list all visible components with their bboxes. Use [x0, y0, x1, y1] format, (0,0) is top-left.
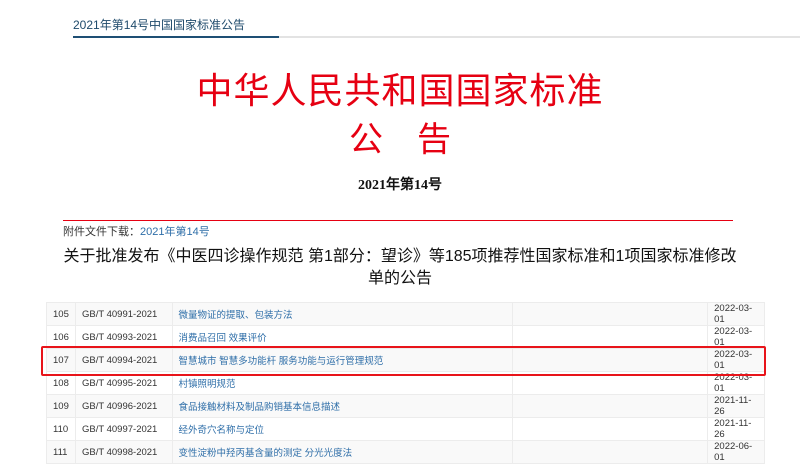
standard-name-link[interactable]: 微量物证的提取、包装方法 — [171, 302, 513, 326]
table-row: 105 GB/T 40991-2021 微量物证的提取、包装方法 2022-03-01 — [46, 302, 765, 326]
standard-code: GB/T 40996-2021 — [74, 394, 173, 418]
breadcrumb[interactable]: 2021年第14号中国国家标准公告 — [73, 16, 245, 33]
attachment-link[interactable]: 2021年第14号 — [140, 226, 210, 238]
standard-code: GB/T 40995-2021 — [74, 371, 173, 395]
table-row: 108 GB/T 40995-2021 村镇照明规范 2022-03-01 — [46, 371, 765, 395]
row-number: 106 — [46, 325, 76, 349]
empty-cell — [511, 325, 709, 349]
attachment-row: 附件文件下载：2021年第14号 — [63, 223, 210, 239]
empty-cell — [511, 302, 709, 326]
breadcrumb-underline — [73, 36, 800, 38]
page-subtitle: 公 告 — [349, 120, 451, 160]
row-number: 109 — [46, 394, 76, 418]
implementation-date: 2021-11-26 — [707, 394, 765, 418]
announcement-number: 2021年第14号 — [358, 178, 442, 193]
standards-table: 105 GB/T 40991-2021 微量物证的提取、包装方法 2022-03-01… — [46, 302, 765, 464]
implementation-date: 2022-06-01 — [707, 440, 765, 464]
standard-code: GB/T 40993-2021 — [74, 325, 173, 349]
standard-code: GB/T 40994-2021 — [74, 348, 173, 372]
row-number: 110 — [46, 417, 76, 441]
announcement-heading: 关于批准发布《中医四诊操作规范 第1部分：望诊》等185项推荐性国家标准和1项国… — [63, 248, 737, 287]
row-number: 108 — [46, 371, 76, 395]
page-title: 中华人民共和国国家标准 — [196, 71, 604, 112]
empty-cell — [511, 440, 709, 464]
table-row: 106 GB/T 40993-2021 消费品召回 效果评价 2022-03-01 — [46, 325, 765, 349]
standard-name-link[interactable]: 村镇照明规范 — [171, 371, 513, 395]
implementation-date: 2021-11-26 — [707, 417, 765, 441]
row-number: 111 — [46, 440, 76, 464]
row-number: 105 — [46, 302, 76, 326]
standard-code: GB/T 40998-2021 — [74, 440, 173, 464]
standard-name-link[interactable]: 消费品召回 效果评价 — [171, 325, 513, 349]
standard-code: GB/T 40991-2021 — [74, 302, 173, 326]
empty-cell — [511, 394, 709, 418]
standard-code: GB/T 40997-2021 — [74, 417, 173, 441]
implementation-date: 2022-03-01 — [707, 325, 765, 349]
table-row: 107 GB/T 40994-2021 智慧城市 智慧多功能杆 服务功能与运行管理规… — [46, 348, 765, 372]
row-number: 107 — [46, 348, 76, 372]
table-row: 109 GB/T 40996-2021 食品接触材料及制品购销基本信息描述 2021-… — [46, 394, 765, 418]
implementation-date: 2022-03-01 — [707, 348, 765, 372]
empty-cell — [511, 417, 709, 441]
empty-cell — [511, 348, 709, 372]
implementation-date: 2022-03-01 — [707, 371, 765, 395]
standard-name-link[interactable]: 变性淀粉中羟丙基含量的测定 分光光度法 — [171, 440, 513, 464]
empty-cell — [511, 371, 709, 395]
table-row: 110 GB/T 40997-2021 经外奇穴名称与定位 2021-11-26 — [46, 417, 765, 441]
table-row: 111 GB/T 40998-2021 变性淀粉中羟丙基含量的测定 分光光度法 202… — [46, 440, 765, 464]
attachment-label: 附件文件下载： — [63, 226, 140, 238]
standard-name-link[interactable]: 智慧城市 智慧多功能杆 服务功能与运行管理规范 — [171, 348, 513, 372]
standard-name-link[interactable]: 经外奇穴名称与定位 — [171, 417, 513, 441]
implementation-date: 2022-03-01 — [707, 302, 765, 326]
divider — [63, 220, 733, 221]
standard-name-link[interactable]: 食品接触材料及制品购销基本信息描述 — [171, 394, 513, 418]
